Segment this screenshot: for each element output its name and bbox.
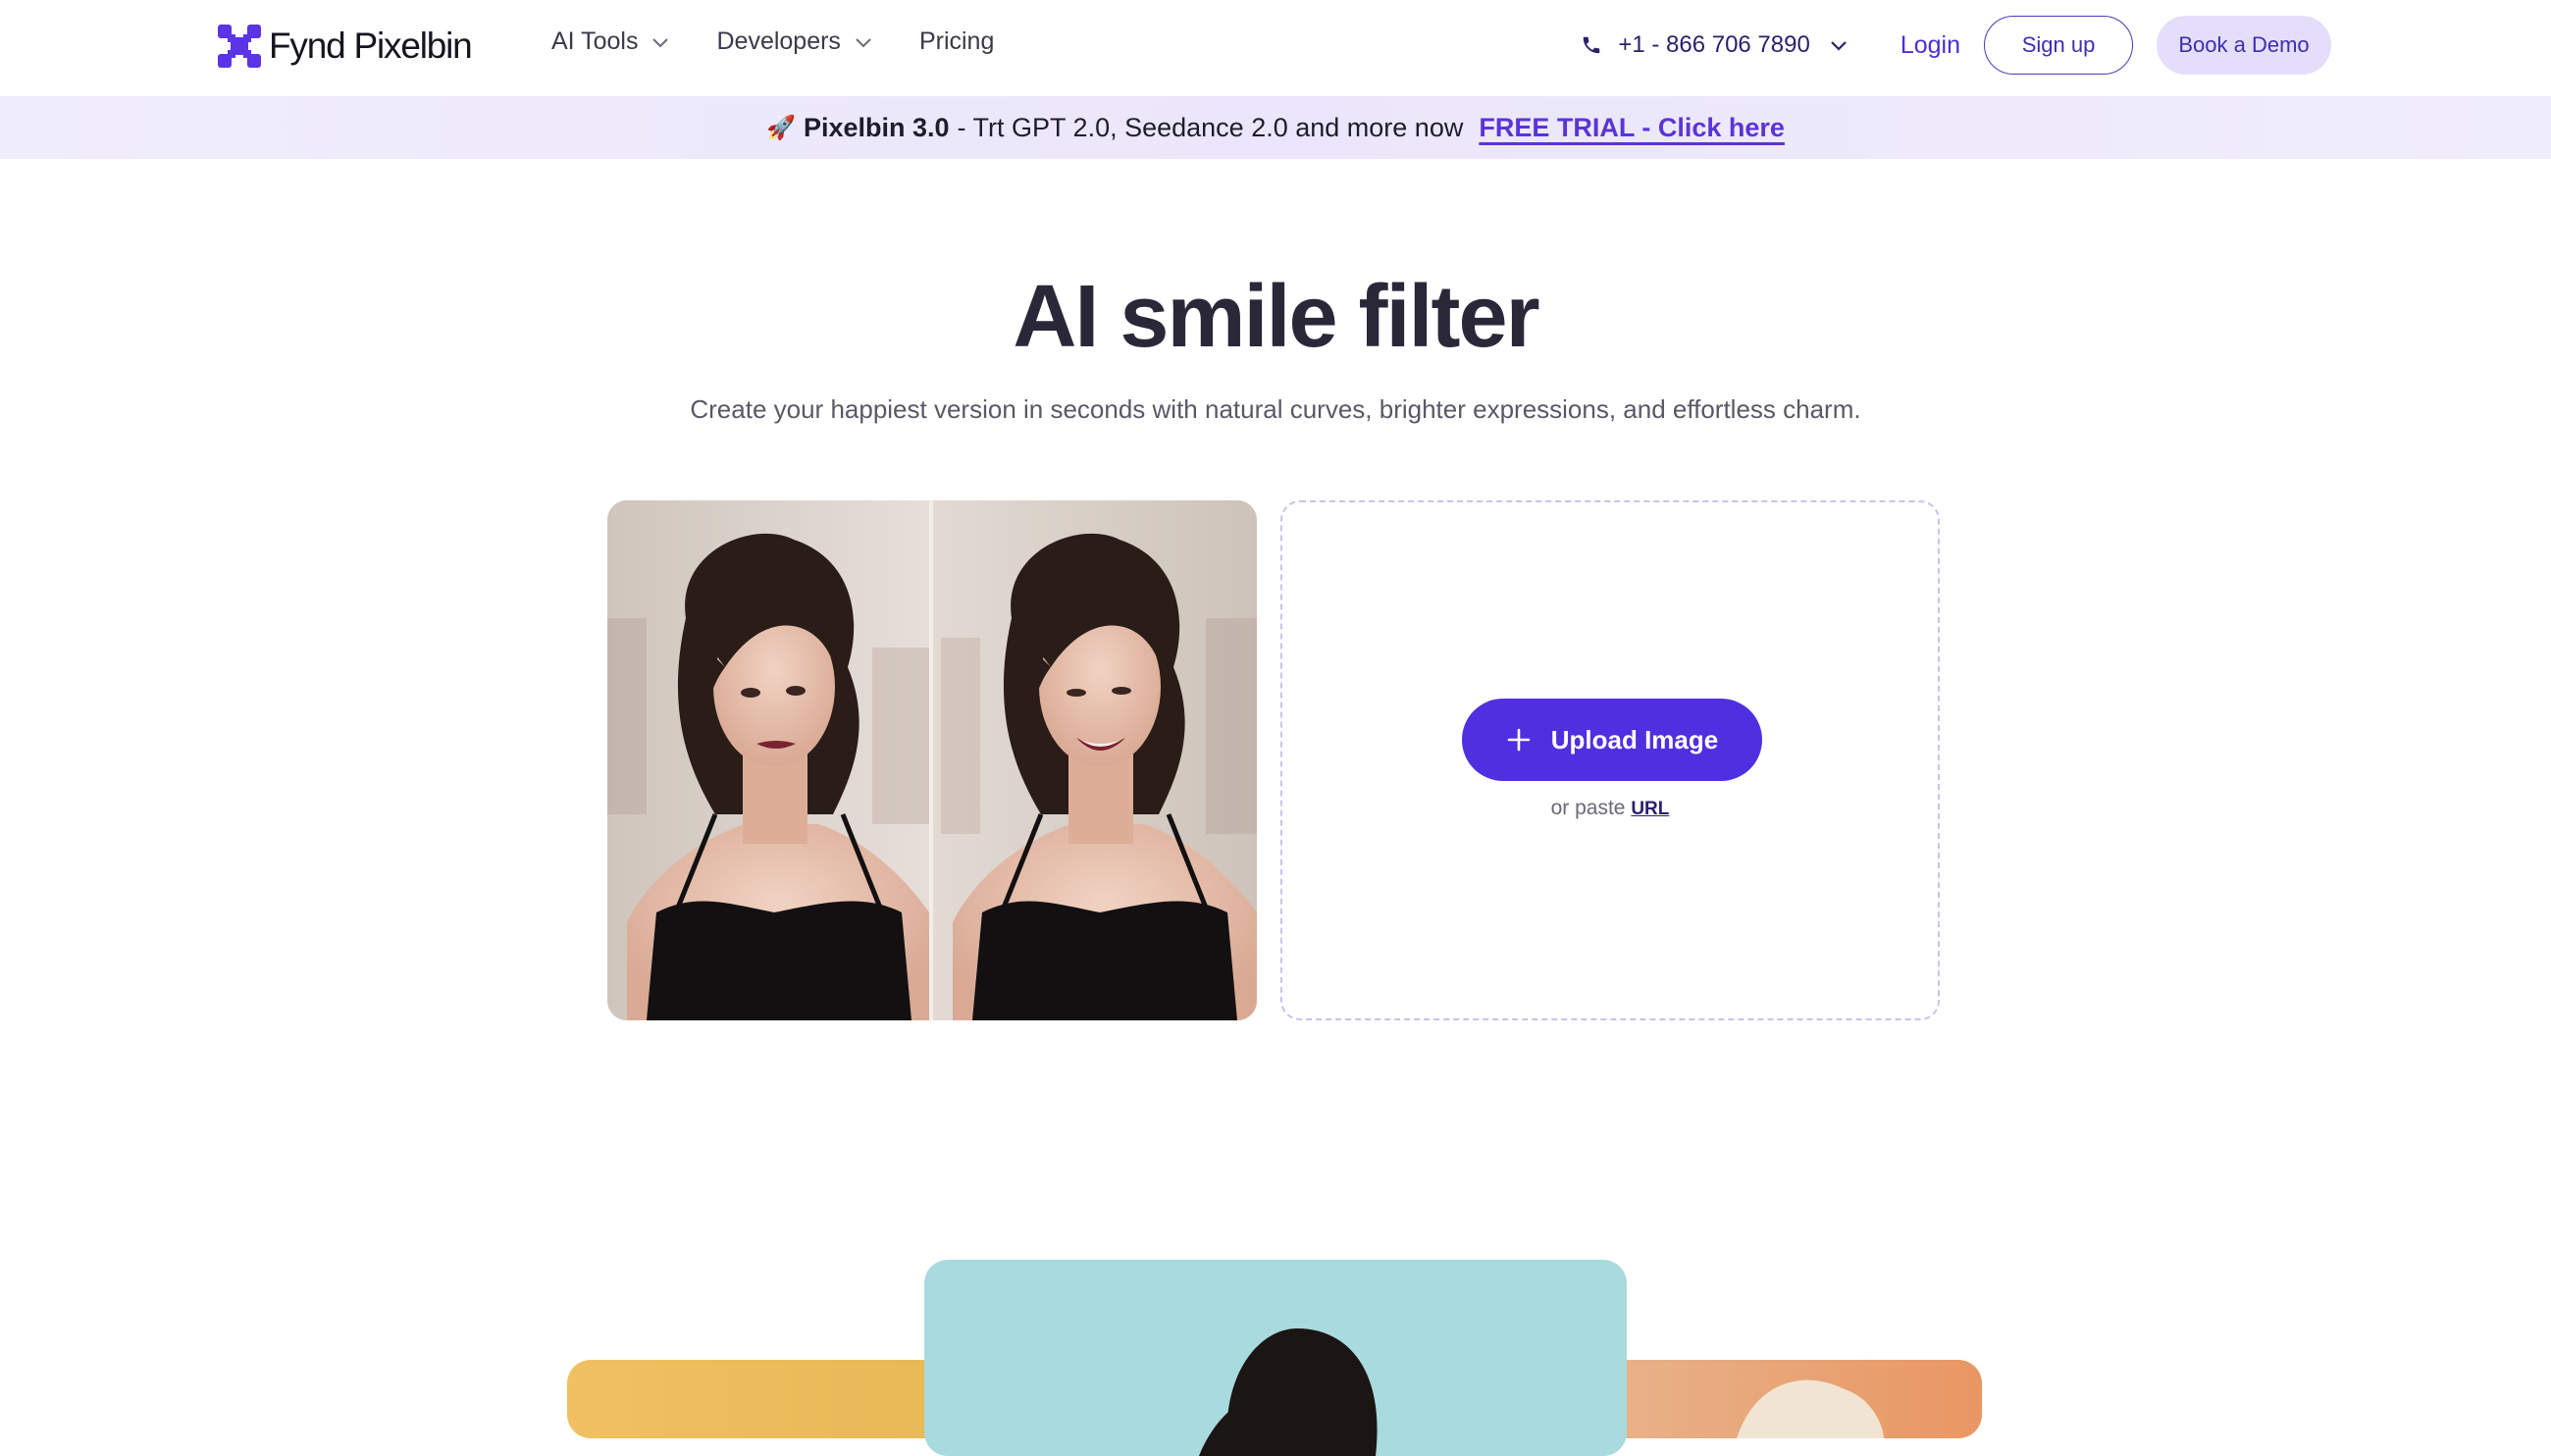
book-demo-button[interactable]: Book a Demo xyxy=(2157,16,2331,75)
pixelbin-logo-icon xyxy=(218,25,261,68)
example-card-right-image xyxy=(1737,1379,1884,1438)
before-after-image xyxy=(607,500,1257,1020)
phone-icon xyxy=(1584,36,1600,54)
banner-highlight: Pixelbin 3.0 xyxy=(803,112,950,142)
main-nav: AI Tools Developers Pricing xyxy=(551,27,1039,56)
plus-icon xyxy=(1507,728,1531,752)
rocket-icon: 🚀 xyxy=(766,114,796,141)
paste-prefix: or paste xyxy=(1550,797,1626,819)
brand-name: Fynd Pixelbin xyxy=(269,26,473,66)
nav-item-label: Pricing xyxy=(918,27,995,55)
chevron-down-icon xyxy=(1831,41,1847,51)
nav-item-developers[interactable]: Developers xyxy=(716,27,873,56)
example-card-right[interactable] xyxy=(1589,1360,1982,1438)
example-card-left[interactable] xyxy=(567,1360,960,1438)
upload-button-label: Upload Image xyxy=(1550,724,1719,754)
nav-item-pricing[interactable]: Pricing xyxy=(919,27,994,56)
chevron-down-icon xyxy=(652,37,669,47)
example-card-center-image xyxy=(1199,1328,1378,1456)
example-card-center[interactable] xyxy=(924,1260,1627,1456)
before-after-illustration xyxy=(607,500,1257,1020)
upload-image-button[interactable]: Upload Image xyxy=(1462,699,1762,781)
login-link[interactable]: Login xyxy=(1900,31,1960,60)
promo-banner: 🚀 Pixelbin 3.0 - Trt GPT 2.0, Seedance 2… xyxy=(0,96,2551,159)
upload-dropzone[interactable]: Upload Image or paste URL xyxy=(1280,500,1940,1020)
paste-url-hint: or paste URL xyxy=(1282,797,1938,820)
free-trial-link[interactable]: FREE TRIAL - Click here xyxy=(1479,113,1785,143)
paste-url-link[interactable]: URL xyxy=(1631,799,1669,819)
phone-dropdown[interactable]: +1 - 866 706 7890 xyxy=(1581,31,1849,59)
nav-item-label: AI Tools xyxy=(551,27,639,55)
nav-item-label: Developers xyxy=(716,27,841,55)
brand-logo[interactable]: Fynd Pixelbin xyxy=(216,22,473,71)
page-subtitle: Create your happiest version in seconds … xyxy=(690,394,1861,424)
banner-text: - Trt GPT 2.0, Seedance 2.0 and more now xyxy=(957,112,1464,142)
nav-item-ai-tools[interactable]: AI Tools xyxy=(551,27,671,56)
signup-button[interactable]: Sign up xyxy=(1984,16,2133,75)
page-title: AI smile filter xyxy=(1013,268,1539,366)
chevron-down-icon xyxy=(856,37,871,47)
top-navbar: Fynd Pixelbin AI Tools Developers Pricin… xyxy=(0,0,2551,96)
nav-actions: +1 - 866 706 7890 Login Sign up Book a D… xyxy=(1581,16,2331,75)
phone-number: +1 - 866 706 7890 xyxy=(1618,31,1810,58)
